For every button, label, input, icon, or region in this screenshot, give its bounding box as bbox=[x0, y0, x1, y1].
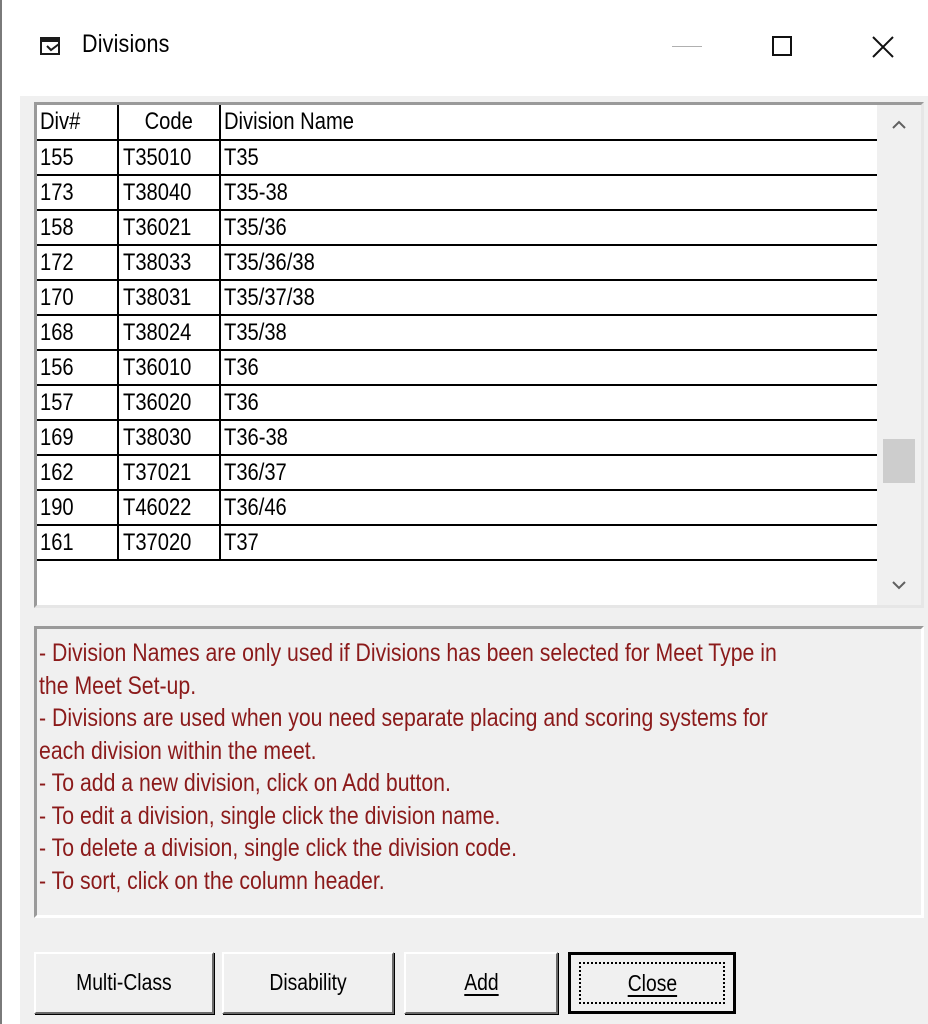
cell-division-name[interactable]: T35/38 bbox=[221, 316, 877, 349]
help-line: - To sort, click on the column header. bbox=[39, 866, 385, 895]
close-icon[interactable] bbox=[858, 22, 908, 72]
cell-division-name[interactable]: T37 bbox=[221, 526, 877, 559]
cell-div-number: 173 bbox=[37, 176, 119, 209]
grid-header-row: Div# Code Division Name bbox=[37, 105, 877, 141]
cell-code[interactable]: T36021 bbox=[119, 211, 221, 244]
cell-div-number: 168 bbox=[37, 316, 119, 349]
help-text-box: - Division Names are only used if Divisi… bbox=[34, 626, 924, 918]
column-header-division-name[interactable]: Division Name bbox=[221, 105, 877, 139]
window-title: Divisions bbox=[82, 30, 170, 58]
cell-code[interactable]: T38040 bbox=[119, 176, 221, 209]
scroll-up-icon[interactable] bbox=[877, 105, 921, 145]
table-row[interactable]: 190 T46022 T36/46 bbox=[37, 491, 877, 526]
cell-div-number: 170 bbox=[37, 281, 119, 314]
cell-div-number: 169 bbox=[37, 421, 119, 454]
help-line: each division within the meet. bbox=[39, 736, 317, 765]
cell-division-name[interactable]: T35/36/38 bbox=[221, 246, 877, 279]
title-bar[interactable]: Divisions bbox=[2, 0, 928, 96]
table-row[interactable]: 157 T36020 T36 bbox=[37, 386, 877, 421]
cell-code[interactable]: T38024 bbox=[119, 316, 221, 349]
vertical-scrollbar[interactable] bbox=[877, 105, 921, 605]
maximize-icon[interactable] bbox=[758, 22, 808, 72]
multi-class-button[interactable]: Multi-Class bbox=[34, 952, 214, 1014]
table-row[interactable]: 156 T36010 T36 bbox=[37, 351, 877, 386]
cell-division-name[interactable]: T35/37/38 bbox=[221, 281, 877, 314]
disability-button[interactable]: Disability bbox=[222, 952, 394, 1014]
table-row[interactable]: 170 T38031 T35/37/38 bbox=[37, 281, 877, 316]
cell-division-name[interactable]: T36 bbox=[221, 351, 877, 384]
cell-code[interactable]: T38030 bbox=[119, 421, 221, 454]
help-line: - To add a new division, click on Add bu… bbox=[39, 769, 451, 797]
cell-code[interactable]: T37020 bbox=[119, 526, 221, 559]
help-line: - Divisions are used when you need separ… bbox=[39, 704, 768, 732]
cell-code[interactable]: T46022 bbox=[119, 491, 221, 524]
window-app-icon bbox=[38, 33, 64, 59]
scrollbar-thumb[interactable] bbox=[883, 439, 915, 483]
table-row[interactable]: 162 T37021 T36/37 bbox=[37, 456, 877, 491]
cell-div-number: 162 bbox=[37, 456, 119, 489]
cell-division-name[interactable]: T35-38 bbox=[221, 176, 877, 209]
cell-division-name[interactable]: T36 bbox=[221, 386, 877, 419]
button-bar: Multi-Class Disability Add Close bbox=[20, 938, 928, 1024]
cell-division-name[interactable]: T35 bbox=[221, 141, 877, 174]
table-row[interactable]: 173 T38040 T35-38 bbox=[37, 176, 877, 211]
grid-body: Div# Code Division Name 155 T35010 T35 1… bbox=[37, 105, 877, 605]
window-border bbox=[0, 0, 2, 1024]
cell-div-number: 190 bbox=[37, 491, 119, 524]
cell-div-number: 156 bbox=[37, 351, 119, 384]
help-line: - To delete a division, single click the… bbox=[39, 834, 517, 862]
cell-division-name[interactable]: T36-38 bbox=[221, 421, 877, 454]
cell-div-number: 158 bbox=[37, 211, 119, 244]
cell-division-name[interactable]: T36/37 bbox=[221, 456, 877, 489]
help-line: - Division Names are only used if Divisi… bbox=[39, 639, 777, 667]
cell-code[interactable]: T38033 bbox=[119, 246, 221, 279]
table-row[interactable]: 172 T38033 T35/36/38 bbox=[37, 246, 877, 281]
table-row[interactable]: 158 T36021 T35/36 bbox=[37, 211, 877, 246]
add-button[interactable]: Add bbox=[404, 952, 558, 1014]
help-line: - To edit a division, single click the d… bbox=[39, 801, 501, 830]
cell-div-number: 155 bbox=[37, 141, 119, 174]
cell-div-number: 157 bbox=[37, 386, 119, 419]
cell-code[interactable]: T35010 bbox=[119, 141, 221, 174]
cell-division-name[interactable]: T36/46 bbox=[221, 491, 877, 524]
dialog-client-area: Div# Code Division Name 155 T35010 T35 1… bbox=[20, 96, 928, 1024]
table-row[interactable]: 168 T38024 T35/38 bbox=[37, 316, 877, 351]
table-row[interactable]: 155 T35010 T35 bbox=[37, 141, 877, 176]
column-header-div-number[interactable]: Div# bbox=[37, 105, 119, 139]
cell-code[interactable]: T38031 bbox=[119, 281, 221, 314]
table-row[interactable]: 161 T37020 T37 bbox=[37, 526, 877, 561]
cell-code[interactable]: T37021 bbox=[119, 456, 221, 489]
table-row[interactable]: 169 T38030 T36-38 bbox=[37, 421, 877, 456]
cell-div-number: 161 bbox=[37, 526, 119, 559]
cell-div-number: 172 bbox=[37, 246, 119, 279]
help-line: the Meet Set-up. bbox=[39, 671, 197, 700]
divisions-grid[interactable]: Div# Code Division Name 155 T35010 T35 1… bbox=[34, 102, 924, 608]
cell-division-name[interactable]: T35/36 bbox=[221, 211, 877, 244]
cell-code[interactable]: T36010 bbox=[119, 351, 221, 384]
scroll-down-icon[interactable] bbox=[877, 565, 921, 605]
column-header-code[interactable]: Code bbox=[119, 105, 221, 139]
cell-code[interactable]: T36020 bbox=[119, 386, 221, 419]
minimize-icon[interactable] bbox=[662, 22, 712, 72]
close-button[interactable]: Close bbox=[568, 952, 736, 1014]
